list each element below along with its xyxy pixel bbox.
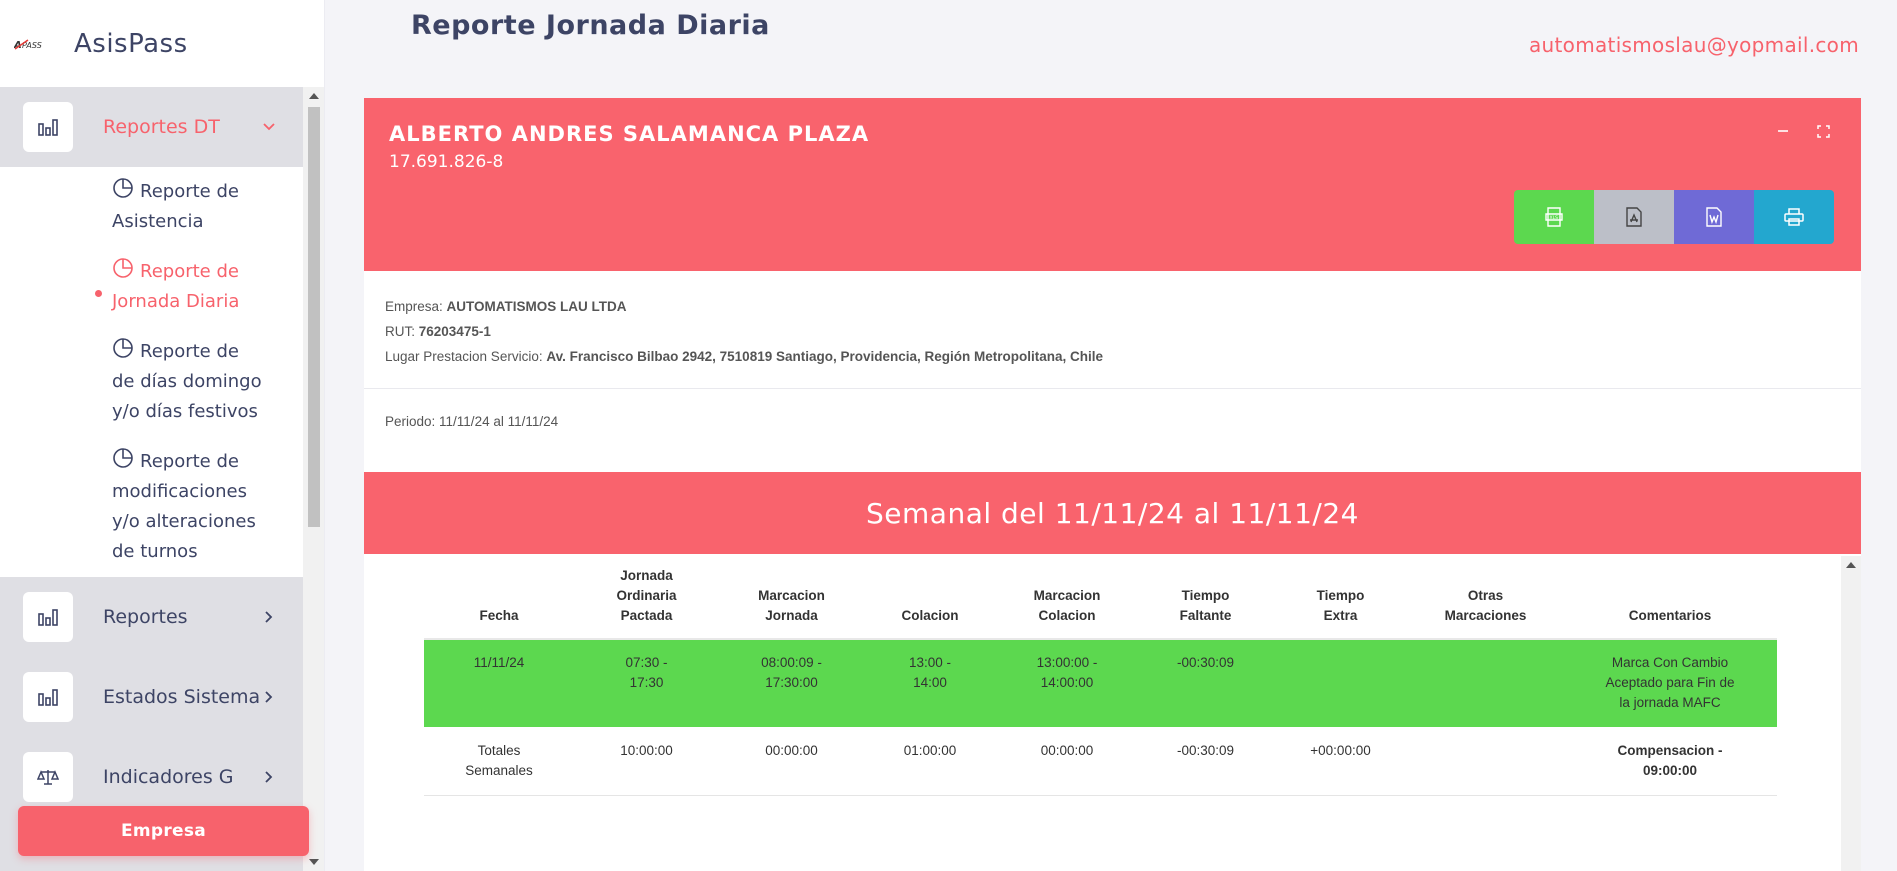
table-cell xyxy=(1408,639,1563,727)
col-header: Fecha xyxy=(424,562,574,640)
week-banner: Semanal del 11/11/24 al 11/11/24 xyxy=(364,472,1861,554)
table-totals-row: Totales Semanales 10:00:00 00:00:00 01:0… xyxy=(424,727,1777,796)
chevron-right-icon xyxy=(261,769,277,785)
employee-name: ALBERTO ANDRES SALAMANCA PLAZA xyxy=(389,122,870,146)
svg-text:XLS: XLS xyxy=(1550,215,1559,221)
table-cell: 00:00:00 xyxy=(996,727,1138,796)
chevron-down-icon xyxy=(261,119,277,135)
chevron-right-icon xyxy=(261,689,277,705)
table-cell: 11/11/24 xyxy=(424,639,574,727)
col-header: Comentarios xyxy=(1563,562,1777,640)
sidebar-item-reportes[interactable]: Reportes xyxy=(0,577,303,657)
export-button-group: XLS xyxy=(1514,190,1834,244)
table-cell: Compensacion - 09:00:00 xyxy=(1563,727,1777,796)
expand-icon[interactable] xyxy=(1815,123,1831,139)
table-header-row: Fecha Jornada Ordinaria Pactada Marcacio… xyxy=(424,562,1777,640)
table-row: 11/11/24 07:30 - 17:30 08:00:09 - 17:30:… xyxy=(424,639,1777,727)
divider xyxy=(364,388,1861,389)
table-cell: -00:30:09 xyxy=(1138,727,1273,796)
scroll-thumb[interactable] xyxy=(308,107,320,527)
pie-chart-icon xyxy=(113,338,133,358)
col-header: Colacion xyxy=(864,562,996,640)
table-cell: -00:30:09 xyxy=(1138,639,1273,727)
sidebar-item-estados-sistema[interactable]: Estados Sistema xyxy=(0,657,303,737)
table-cell: Totales Semanales xyxy=(424,727,574,796)
report-table: Fecha Jornada Ordinaria Pactada Marcacio… xyxy=(424,562,1777,796)
scroll-down-arrow-icon[interactable] xyxy=(309,859,319,865)
scroll-up-arrow-icon[interactable] xyxy=(1846,562,1856,568)
submenu-item-asistencia[interactable]: Reporte de Asistencia xyxy=(0,167,303,247)
col-header: Marcacion Jornada xyxy=(719,562,864,640)
export-pdf-button[interactable] xyxy=(1594,190,1674,244)
card-header: ALBERTO ANDRES SALAMANCA PLAZA 17.691.82… xyxy=(364,98,1861,271)
table-cell: 13:00:00 - 14:00:00 xyxy=(996,639,1138,727)
employee-rut: 17.691.826-8 xyxy=(389,152,504,172)
company-empresa: Empresa: AUTOMATISMOS LAU LTDA xyxy=(385,299,627,314)
table-cell: 13:00 - 14:00 xyxy=(864,639,996,727)
pie-chart-icon xyxy=(113,258,133,278)
submenu-item-modificaciones[interactable]: Reporte de modificaciones y/o alteracion… xyxy=(0,437,303,577)
table-cell: 10:00:00 xyxy=(574,727,719,796)
minimize-icon[interactable] xyxy=(1775,123,1791,139)
active-dot xyxy=(95,290,102,297)
bar-chart-icon xyxy=(23,592,73,642)
bar-chart-icon xyxy=(23,672,73,722)
table-cell xyxy=(1273,639,1408,727)
print-icon xyxy=(1784,208,1804,226)
col-header: Marcacion Colacion xyxy=(996,562,1138,640)
card-tools xyxy=(1775,123,1831,139)
sidebar: A PASS AsisPass Reportes DT Reporte de A… xyxy=(0,0,325,871)
col-header: Tiempo Extra xyxy=(1273,562,1408,640)
report-card: ALBERTO ANDRES SALAMANCA PLAZA 17.691.82… xyxy=(364,98,1861,871)
table-cell: +00:00:00 xyxy=(1273,727,1408,796)
report-table-container: Fecha Jornada Ordinaria Pactada Marcacio… xyxy=(364,556,1861,871)
table-cell: Marca Con Cambio Aceptado para Fin de la… xyxy=(1563,639,1777,727)
col-header: Jornada Ordinaria Pactada xyxy=(574,562,719,640)
pie-chart-icon xyxy=(113,178,133,198)
sidebar-scrollbar[interactable] xyxy=(303,87,324,871)
company-lugar: Lugar Prestacion Servicio: Av. Francisco… xyxy=(385,349,1104,364)
table-cell: 07:30 - 17:30 xyxy=(574,639,719,727)
sidebar-menu: Reportes DT Reporte de Asistencia Report… xyxy=(0,87,303,871)
export-xls-button[interactable]: XLS xyxy=(1514,190,1594,244)
company-rut: RUT: 76203475-1 xyxy=(385,324,491,339)
scale-icon xyxy=(23,752,73,802)
excel-icon: XLS xyxy=(1545,207,1563,227)
bar-chart-icon xyxy=(23,102,73,152)
brand[interactable]: A PASS AsisPass xyxy=(0,0,324,87)
pie-chart-icon xyxy=(113,448,133,468)
table-cell: 08:00:09 - 17:30:00 xyxy=(719,639,864,727)
col-header: Tiempo Faltante xyxy=(1138,562,1273,640)
col-header: Otras Marcaciones xyxy=(1408,562,1563,640)
word-icon xyxy=(1706,207,1722,227)
asispass-logo-icon: A PASS xyxy=(14,37,60,51)
sidebar-item-reportes-dt[interactable]: Reportes DT xyxy=(0,87,303,167)
export-word-button[interactable] xyxy=(1674,190,1754,244)
submenu-label: Reporte de de días domingo y/o días fest… xyxy=(112,341,262,422)
company-info: Empresa: AUTOMATISMOS LAU LTDA RUT: 7620… xyxy=(385,294,1103,369)
table-cell: 01:00:00 xyxy=(864,727,996,796)
scroll-up-arrow-icon[interactable] xyxy=(309,93,319,99)
table-scrollbar[interactable] xyxy=(1841,556,1861,871)
user-email-link[interactable]: automatismoslau@yopmail.com xyxy=(1529,33,1859,57)
submenu-item-jornada-diaria[interactable]: Reporte de Jornada Diaria xyxy=(0,247,303,327)
sidebar-item-indicadores[interactable]: Indicadores G xyxy=(0,737,303,817)
submenu-item-domingo-festivos[interactable]: Reporte de de días domingo y/o días fest… xyxy=(0,327,303,437)
page-title: Reporte Jornada Diaria xyxy=(411,10,770,41)
table-cell: 00:00:00 xyxy=(719,727,864,796)
export-print-button[interactable] xyxy=(1754,190,1834,244)
chevron-right-icon xyxy=(261,609,277,625)
pdf-icon xyxy=(1626,207,1642,227)
app-name: AsisPass xyxy=(74,28,188,59)
empresa-button[interactable]: Empresa xyxy=(18,806,309,856)
table-cell xyxy=(1408,727,1563,796)
sidebar-submenu: Reporte de Asistencia Reporte de Jornada… xyxy=(0,167,303,577)
periodo-text: Periodo: 11/11/24 al 11/11/24 xyxy=(385,414,559,429)
